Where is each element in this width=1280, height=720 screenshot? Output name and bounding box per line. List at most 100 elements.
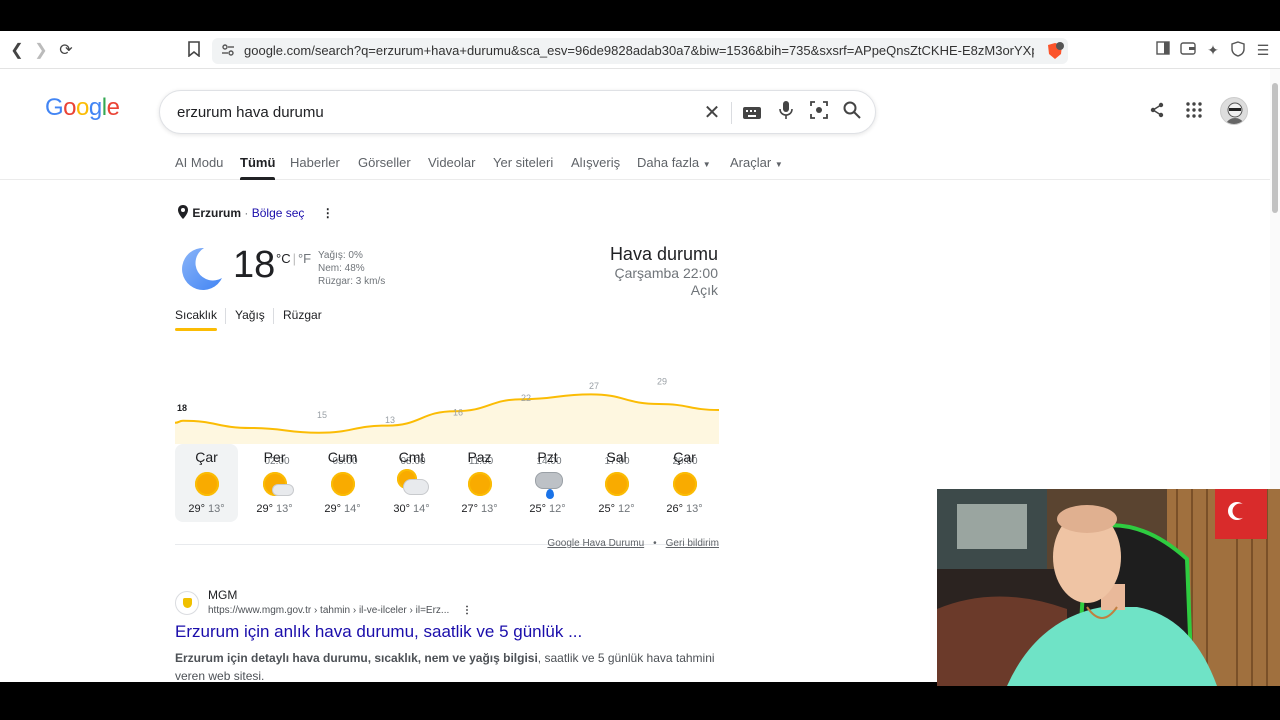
scrollbar-thumb[interactable] — [1272, 83, 1278, 213]
tab-shopping[interactable]: Alışveriş — [571, 155, 620, 170]
tab-videos[interactable]: Videolar — [428, 155, 475, 170]
day-name: Pzt — [537, 449, 558, 465]
leo-ai-icon[interactable]: ✦ — [1204, 41, 1222, 59]
day-low: 12° — [618, 503, 635, 515]
tab-wind[interactable]: Rüzgar — [283, 308, 322, 322]
sun-icon — [328, 469, 358, 499]
forecast-day[interactable]: Cum 29° 14° — [311, 444, 374, 522]
result-url-text: https://www.mgm.gov.tr › tahmin › il-ve-… — [208, 605, 450, 616]
humidity: Nem: 48% — [318, 263, 365, 274]
bookmark-icon[interactable] — [184, 41, 204, 61]
tab-images[interactable]: Görseller — [358, 155, 411, 170]
result-description: Erzurum için detaylı hava durumu, sıcakl… — [175, 649, 715, 682]
tab-precipitation[interactable]: Yağış — [235, 308, 265, 322]
forecast-day[interactable]: Sal 25° 12° — [585, 444, 648, 522]
search-input[interactable]: erzurum hava durumu — [177, 104, 324, 121]
feedback-link[interactable]: Geri bildirim — [666, 538, 719, 549]
temperature-value-label: 22 — [521, 393, 531, 403]
day-temps: 30° 14° — [380, 503, 443, 515]
day-temps: 26° 13° — [653, 503, 716, 515]
more-options-icon[interactable]: ⋮ — [322, 206, 334, 220]
tab-places[interactable]: Yer siteleri — [493, 155, 553, 170]
sidebar-icon[interactable] — [1154, 41, 1172, 59]
weather-summary: Hava durumu Çarşamba 22:00 Açık — [610, 244, 718, 299]
sun-icon — [192, 469, 222, 499]
forward-icon[interactable]: ❯ — [31, 41, 51, 61]
tab-ai-mode[interactable]: AI Modu — [175, 155, 223, 170]
tab-more-label: Daha fazla — [637, 155, 700, 170]
location-name: Erzurum — [192, 206, 242, 220]
search-tabs: AI Modu Tümü Haberler Görseller Videolar… — [0, 149, 1270, 180]
day-low: 13° — [686, 503, 703, 515]
brave-shield-icon[interactable] — [1046, 42, 1064, 65]
wallet-icon[interactable] — [1179, 41, 1197, 59]
day-temps: 27° 13° — [448, 503, 511, 515]
apps-icon[interactable] — [1184, 102, 1204, 122]
day-temps: 29° 13° — [175, 503, 238, 515]
day-name: Cum — [327, 449, 358, 465]
day-high: 25° — [529, 503, 546, 515]
search-box[interactable]: erzurum hava durumu ✕ — [159, 90, 876, 134]
sun-icon — [670, 469, 700, 499]
result-site-name[interactable]: MGM — [208, 588, 237, 602]
tab-tools-label: Araçlar — [730, 155, 772, 170]
avatar[interactable] — [1220, 97, 1248, 125]
webcam-overlay — [937, 489, 1280, 686]
unit-fahrenheit[interactable]: °F — [298, 251, 311, 266]
day-temps: 25° 12° — [585, 503, 648, 515]
google-logo[interactable]: Google — [45, 94, 120, 122]
temperature-value-label: 18 — [177, 403, 187, 413]
tab-temperature[interactable]: Sıcaklık — [175, 308, 218, 331]
tab-all[interactable]: Tümü — [240, 155, 276, 180]
day-high: 25° — [598, 503, 615, 515]
forecast-day[interactable]: Çar 26° 13° — [653, 444, 716, 522]
share-icon[interactable] — [1147, 102, 1167, 122]
chevron-down-icon: ▼ — [702, 160, 711, 169]
more-options-icon[interactable]: ⋮ — [462, 605, 472, 616]
day-name: Paz — [467, 449, 492, 465]
day-low: 13° — [208, 503, 225, 515]
result-title-link[interactable]: Erzurum için anlık hava durumu, saatlik … — [175, 622, 582, 642]
forecast-day[interactable]: Pzt 25° 12° — [516, 444, 579, 522]
lens-icon[interactable] — [807, 101, 831, 125]
tab-tools[interactable]: Araçlar ▼ — [730, 155, 783, 170]
tab-more[interactable]: Daha fazla ▼ — [637, 155, 711, 170]
day-name: Per — [263, 449, 286, 465]
location-separator: · — [244, 206, 249, 220]
weather-location: Erzurum · Bölge seç ⋮ — [177, 205, 334, 222]
unit-celsius[interactable]: °C — [276, 251, 291, 266]
mgm-favicon[interactable] — [175, 591, 199, 615]
microphone-icon[interactable] — [774, 101, 798, 125]
clear-icon[interactable]: ✕ — [700, 101, 724, 125]
day-high: 27° — [461, 503, 478, 515]
location-pin-icon — [177, 205, 189, 222]
webcam-feed-image — [937, 489, 1280, 686]
forecast-day[interactable]: Cmt 30° 14° — [380, 444, 443, 522]
address-bar[interactable]: google.com/search?q=erzurum+hava+durumu&… — [212, 38, 1068, 64]
sun-icon — [465, 469, 495, 499]
forecast-day[interactable]: Çar 29° 13° — [175, 444, 238, 522]
temperature-value-label: 16 — [453, 408, 463, 418]
keyboard-icon[interactable] — [740, 101, 764, 125]
day-high: 30° — [393, 503, 410, 515]
day-name: Çar — [673, 449, 696, 465]
day-low: 14° — [344, 503, 361, 515]
search-icon[interactable] — [840, 101, 864, 125]
day-high: 26° — [666, 503, 683, 515]
vpn-icon[interactable] — [1229, 41, 1247, 59]
forecast-day[interactable]: Paz 27° 13° — [448, 444, 511, 522]
site-settings-icon[interactable] — [221, 43, 235, 62]
back-icon[interactable]: ❮ — [7, 41, 27, 61]
day-high: 29° — [256, 503, 273, 515]
menu-icon[interactable]: ☰ — [1254, 41, 1272, 59]
sun-cloud-icon — [260, 469, 294, 499]
partly-cloudy-icon — [396, 469, 429, 499]
reload-icon[interactable]: ⟳ — [56, 41, 76, 61]
tab-news[interactable]: Haberler — [290, 155, 340, 170]
google-weather-link[interactable]: Google Hava Durumu — [547, 538, 644, 549]
result-url[interactable]: https://www.mgm.gov.tr › tahmin › il-ve-… — [208, 605, 472, 616]
day-name: Çar — [195, 449, 218, 465]
region-select-link[interactable]: Bölge seç — [252, 206, 305, 220]
day-low: 14° — [413, 503, 430, 515]
forecast-day[interactable]: Per 29° 13° — [243, 444, 306, 522]
